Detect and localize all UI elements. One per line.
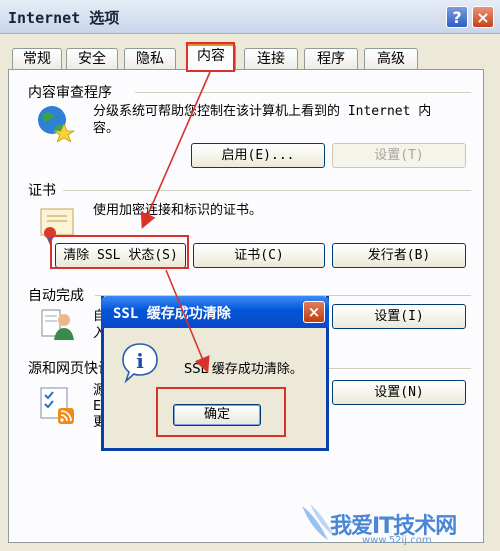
annotation-arrows [140,71,211,373]
arrow-tab-to-clear-ssl [140,71,211,229]
arrow-clear-ssl-to-dialog [165,269,210,373]
